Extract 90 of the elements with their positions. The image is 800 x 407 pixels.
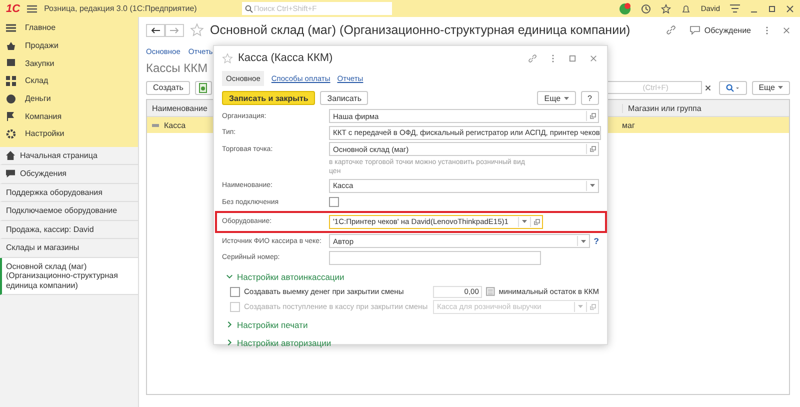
open-window-item[interactable]: Начальная страница [0,146,138,166]
chat-icon [690,26,700,34]
back-button[interactable] [146,24,165,36]
copy-icon [199,82,208,92]
section-item[interactable]: Склад [0,72,138,90]
section-item[interactable]: Настройки [0,125,138,143]
column-header[interactable]: Магазин или группа [622,104,702,112]
close-icon[interactable] [786,4,794,12]
help-button[interactable]: ? [580,91,599,105]
open-button[interactable] [586,144,598,154]
basket-icon [6,40,16,51]
caret-icon [590,184,595,188]
open-window-item[interactable]: Поддержка оборудования [0,184,138,202]
chevron-right-icon [226,321,233,328]
copy-button[interactable] [195,80,212,94]
search-icon [726,84,740,92]
discussion-button[interactable]: Обсуждение [690,26,751,34]
dialog-title: Касса (Касса ККМ) [238,52,333,64]
calculator-icon[interactable] [486,287,495,296]
group-header[interactable]: Настройки автоинкассации [226,269,599,284]
more-icon[interactable] [551,54,555,62]
close-icon [704,84,711,90]
checkbox[interactable] [329,197,339,208]
more-button[interactable]: Еще [752,80,790,94]
caret-icon [580,240,586,243]
table-cell-text: маг [621,120,635,130]
forward-arrow-icon [170,26,179,34]
close-icon[interactable] [590,54,597,62]
chevron-right-icon [226,339,233,346]
open-button[interactable] [530,216,542,227]
caret-icon [522,220,527,224]
link-icon[interactable] [666,25,676,35]
section-item[interactable]: Компания [0,107,138,126]
history-icon[interactable] [640,4,651,14]
dropdown-button[interactable] [518,216,530,227]
caret-icon [578,305,583,308]
menu-icon[interactable] [730,4,740,13]
chevron-down-icon [226,273,233,280]
back-arrow-icon [151,26,160,34]
open-icon [590,146,596,152]
open-icon [590,113,596,120]
group-header[interactable]: Настройки авторизации [226,335,599,350]
open-icon [534,218,540,225]
dropdown-button[interactable] [576,236,589,246]
save-button[interactable]: Записать [320,91,368,105]
maximize-icon[interactable] [768,4,776,12]
chat-icon [6,169,15,178]
table-cell-text: Касса [163,120,187,130]
group-header[interactable]: Настройки печати [226,317,599,332]
star-icon[interactable] [222,52,233,64]
coin-icon [6,94,16,104]
section-item[interactable]: Деньги [0,90,138,108]
app-title: Розница, редакция 3.0 (1С:Предприятие) [44,4,197,13]
more-icon[interactable] [765,26,769,34]
logo: 1С [6,2,20,14]
open-window-item[interactable]: Обсуждения [0,165,138,184]
open-window-item[interactable]: Основной склад (маг) (Организационно-структурная единица компании) [0,258,138,296]
help-link[interactable]: ? [594,236,599,246]
checkbox[interactable] [230,286,240,296]
list-heading: Кассы ККМ [146,61,209,75]
search-button[interactable] [718,80,747,94]
open-window-item[interactable]: Продажа, кассир: David [0,220,138,240]
home-icon [6,150,15,160]
more-button[interactable]: Еще [537,91,576,105]
open-icon [590,304,596,310]
dropdown-button[interactable] [586,180,598,191]
create-button[interactable]: Создать [146,80,190,94]
save-and-close-button[interactable]: Записать и закрыть [222,91,316,105]
star-icon[interactable] [190,23,204,37]
menu-icon [6,22,16,33]
search-icon [244,4,253,12]
gear-icon [6,128,16,139]
flag-icon [6,111,16,122]
menu-icon[interactable] [27,4,38,12]
input-field[interactable] [329,250,541,265]
open-button[interactable] [586,111,598,122]
maximize-icon[interactable] [569,54,576,62]
item-icon [152,124,159,126]
star-icon[interactable] [660,4,671,14]
section-item[interactable]: Закупки [0,54,138,72]
section-item[interactable]: Главное [0,19,138,37]
link-icon[interactable] [528,54,537,62]
bell-icon[interactable] [680,4,691,14]
window-title: Основной склад (маг) (Организационно-структурная единица компании) [210,23,630,37]
caret-icon [778,86,783,89]
notification-icon[interactable] [618,2,631,14]
section-item[interactable]: Продажи [0,36,138,54]
open-window-item[interactable]: Подключаемое оборудование [0,202,138,221]
grid-icon [6,76,16,86]
close-icon[interactable] [783,26,790,34]
